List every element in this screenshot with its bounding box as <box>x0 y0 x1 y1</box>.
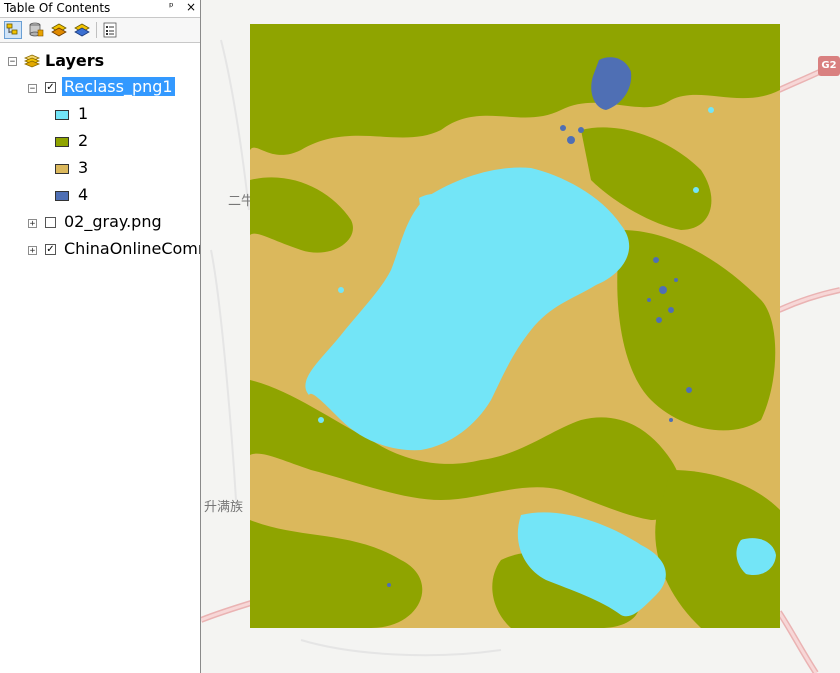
layer-label-gray[interactable]: 02_gray.png <box>64 212 162 231</box>
options-icon[interactable] <box>101 21 119 39</box>
toc-titlebar: Table Of Contents ᵖ × <box>0 0 200 18</box>
table-of-contents-panel: Table Of Contents ᵖ × − Layers − ✓ Recla… <box>0 0 201 673</box>
legend-swatch <box>55 137 69 147</box>
legend-swatch <box>55 164 69 174</box>
expand-layer-icon[interactable]: + <box>28 246 37 256</box>
legend-label: 1 <box>78 104 89 123</box>
legend-label: 4 <box>78 185 89 204</box>
toolbar-separator <box>96 22 97 38</box>
legend-item: 1 <box>0 104 200 126</box>
layers-icon <box>23 52 41 74</box>
layers-root-row[interactable]: − Layers <box>0 50 200 72</box>
layer-row-basemap[interactable]: + ✓ ChinaOnlineCommunity <box>0 239 200 261</box>
layer-visibility-checkbox[interactable]: ✓ <box>45 244 56 255</box>
reclass-raster <box>250 24 780 628</box>
layer-visibility-checkbox[interactable]: ✓ <box>45 82 56 93</box>
list-by-visibility-icon[interactable] <box>50 21 68 39</box>
list-by-source-icon[interactable] <box>27 21 45 39</box>
layer-label-reclass[interactable]: Reclass_png1 <box>62 77 175 96</box>
collapse-layer-icon[interactable]: − <box>28 84 37 94</box>
layer-row-reclass[interactable]: − ✓ Reclass_png1 <box>0 77 200 99</box>
layers-root-label: Layers <box>45 51 105 70</box>
legend-item: 2 <box>0 131 200 153</box>
legend-item: 3 <box>0 158 200 180</box>
legend-label: 3 <box>78 158 89 177</box>
layer-visibility-checkbox[interactable] <box>45 217 56 228</box>
list-by-drawing-order-icon[interactable] <box>4 21 22 39</box>
legend-item: 4 <box>0 185 200 207</box>
layer-row-gray[interactable]: + 02_gray.png <box>0 212 200 234</box>
map-view[interactable]: 二牛 升满族 G2 <box>201 0 840 673</box>
list-by-selection-icon[interactable] <box>73 21 91 39</box>
toc-toolbar <box>0 18 200 43</box>
pin-icon[interactable]: ᵖ <box>169 0 174 13</box>
collapse-layers-icon[interactable]: − <box>8 57 17 67</box>
layer-label-basemap[interactable]: ChinaOnlineCommunity <box>64 239 200 258</box>
toc-title: Table Of Contents <box>4 1 111 15</box>
legend-swatch <box>55 191 69 201</box>
legend-swatch <box>55 110 69 120</box>
legend-label: 2 <box>78 131 89 150</box>
close-icon[interactable]: × <box>186 0 196 14</box>
expand-layer-icon[interactable]: + <box>28 219 37 229</box>
